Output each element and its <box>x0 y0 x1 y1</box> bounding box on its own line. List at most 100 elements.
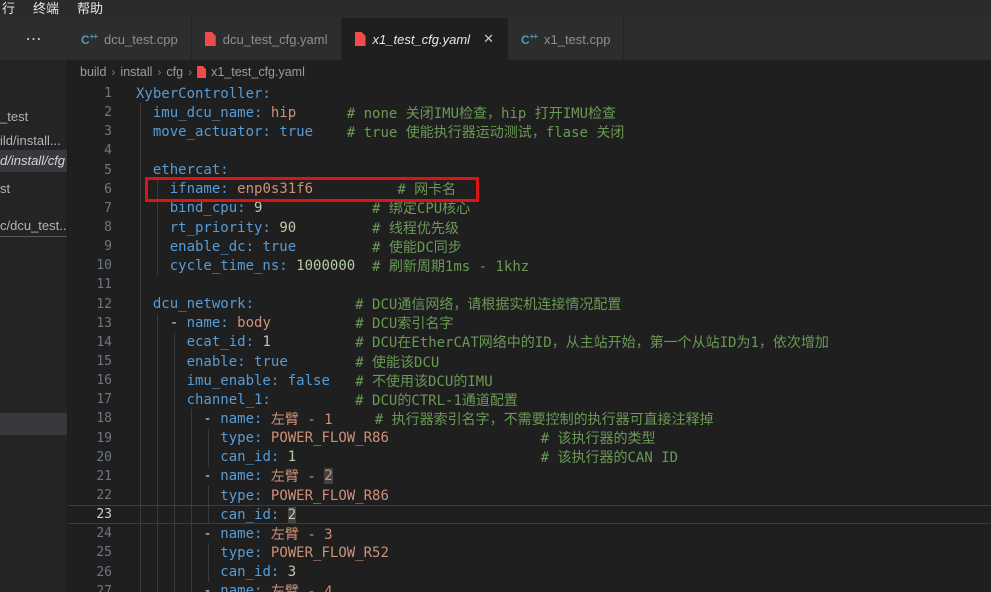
indent-guide <box>208 563 209 582</box>
code-line[interactable]: 7 bind_cpu: 9 # 绑定CPU核心 <box>68 199 991 218</box>
sidebar-item--test[interactable]: _test <box>0 106 68 128</box>
token <box>136 181 170 197</box>
code-line[interactable]: 19 type: POWER_FLOW_R86 # 该执行器的类型 <box>68 429 991 448</box>
code-line[interactable]: 9 enable_dc: true # 使能DC同步 <box>68 237 991 256</box>
code-line[interactable]: 18 - name: 左臂 - 1 # 执行器索引名字，不需要控制的执行器可直接… <box>68 409 991 428</box>
code-line[interactable]: 10 cycle_time_ns: 1000000 # 刷新周期1ms - 1k… <box>68 256 991 275</box>
token <box>262 468 270 484</box>
tab-close-icon[interactable]: ✕ <box>483 31 494 47</box>
token <box>246 200 254 216</box>
indent-guide <box>140 141 141 160</box>
token <box>136 354 187 370</box>
token: # DCU的CTRL-1通道配置 <box>355 390 518 410</box>
indent-guide <box>140 122 141 141</box>
token: can_id: <box>220 449 279 465</box>
line-content: type: POWER_FLOW_R86 # 该执行器的类型 <box>132 429 991 448</box>
code-line[interactable]: 12 dcu_network: # DCU通信网络，请根据实机连接情况配置 <box>68 295 991 314</box>
code-line[interactable]: 8 rt_priority: 90 # 线程优先级 <box>68 218 991 237</box>
indent-guide <box>140 199 141 218</box>
code-line[interactable]: 13 - name: body # DCU索引名字 <box>68 314 991 333</box>
code-line[interactable]: 3 move_actuator: true # true 使能执行器运动测试，f… <box>68 122 991 141</box>
indent-guide <box>140 314 141 333</box>
indent-guide <box>157 409 158 428</box>
indent-guide <box>157 467 158 486</box>
code-line[interactable]: 14 ecat_id: 1 # DCU在EtherCAT网络中的ID，从主站开始… <box>68 333 991 352</box>
line-number: 3 <box>68 124 132 139</box>
code-line[interactable]: 16 imu_enable: false # 不使用该DCU的IMU <box>68 371 991 390</box>
indent-guide <box>140 333 141 352</box>
token: 左臂 - <box>271 466 324 486</box>
code-line[interactable]: 6 ifname: enp0s31f6 # 网卡名 <box>68 180 991 199</box>
tab-overflow-button[interactable]: ⋯ <box>0 18 68 60</box>
breadcrumb-file[interactable]: x1_test_cfg.yaml <box>211 65 305 79</box>
code-line[interactable]: 5 ethercat: <box>68 161 991 180</box>
sidebar-item-st[interactable]: st <box>0 178 68 200</box>
indent-guide <box>174 352 175 371</box>
code-area[interactable]: 1XyberController:2 imu_dcu_name: hip # n… <box>68 84 991 592</box>
indent-guide <box>208 429 209 448</box>
code-line[interactable]: 24 - name: 左臂 - 3 <box>68 524 991 543</box>
indent-guide <box>157 371 158 390</box>
tab-dcu_test.cpp[interactable]: C++dcu_test.cpp <box>68 18 192 60</box>
indent-guide <box>157 390 158 409</box>
breadcrumb-segment-cfg[interactable]: cfg <box>166 65 183 79</box>
sidebar-item-c-dcu-test-[interactable]: c/dcu_test... <box>0 215 68 237</box>
menu-item-帮助[interactable]: 帮助 <box>68 0 112 18</box>
line-number: 20 <box>68 450 132 465</box>
token: 3 <box>288 564 296 580</box>
token <box>262 526 270 542</box>
code-line[interactable]: 1XyberController: <box>68 84 991 103</box>
breadcrumb-segment-install[interactable]: install <box>120 65 152 79</box>
token: true <box>279 124 313 140</box>
code-line[interactable]: 4 <box>68 141 991 160</box>
code-line[interactable]: 23 can_id: 2 <box>68 505 991 524</box>
tab-dcu_test_cfg.yaml[interactable]: dcu_test_cfg.yaml <box>192 18 342 60</box>
line-number: 13 <box>68 316 132 331</box>
code-line[interactable]: 20 can_id: 1 # 该执行器的CAN ID <box>68 448 991 467</box>
tab-x1_test_cfg.yaml[interactable]: x1_test_cfg.yaml✕ <box>342 18 508 60</box>
indent-guide <box>140 161 141 180</box>
token: 左臂 - 1 <box>271 409 333 429</box>
token <box>136 334 187 350</box>
token <box>262 430 270 446</box>
line-content: XyberController: <box>132 84 991 103</box>
code-line[interactable]: 27 - name: 左臂 - 4 <box>68 582 991 592</box>
tab-x1_test.cpp[interactable]: C++x1_test.cpp <box>508 18 625 60</box>
token <box>254 239 262 255</box>
indent-guide <box>174 371 175 390</box>
sidebar-item-d-install-cfg[interactable]: d/install/cfg <box>0 150 68 172</box>
line-content <box>132 141 991 160</box>
menu-item-终端[interactable]: 终端 <box>24 0 68 18</box>
line-number: 7 <box>68 201 132 216</box>
token <box>136 239 170 255</box>
line-content: ecat_id: 1 # DCU在EtherCAT网络中的ID，从主站开始，第一… <box>132 333 991 352</box>
token: bind_cpu: <box>170 200 246 216</box>
indent-guide <box>157 218 158 237</box>
line-number: 14 <box>68 335 132 350</box>
code-line[interactable]: 26 can_id: 3 <box>68 563 991 582</box>
indent-guide <box>140 256 141 275</box>
breadcrumb-segment-build[interactable]: build <box>80 65 106 79</box>
code-line[interactable]: 22 type: POWER_FLOW_R86 <box>68 486 991 505</box>
code-line[interactable]: 21 - name: 左臂 - 2 <box>68 467 991 486</box>
code-line[interactable]: 17 channel_1: # DCU的CTRL-1通道配置 <box>68 390 991 409</box>
line-number: 23 <box>68 507 132 522</box>
code-line[interactable]: 15 enable: true # 使能该DCU <box>68 352 991 371</box>
code-line[interactable]: 25 type: POWER_FLOW_R52 <box>68 543 991 562</box>
token: enable_dc: <box>170 239 254 255</box>
code-line[interactable]: 2 imu_dcu_name: hip # none 关闭IMU检查，hip 打… <box>68 103 991 122</box>
indent-guide <box>140 275 141 294</box>
line-content: type: POWER_FLOW_R86 <box>132 486 991 505</box>
indent-guide <box>140 582 141 592</box>
token: imu_enable: <box>187 373 280 389</box>
menu-item-行[interactable]: 行 <box>0 0 24 18</box>
line-number: 16 <box>68 373 132 388</box>
token: # true 使能执行器运动测试，flase 关闭 <box>347 122 625 142</box>
sidebar-item-ild-install-[interactable]: ild/install... <box>0 130 68 152</box>
token: POWER_FLOW_R52 <box>271 545 389 561</box>
code-line[interactable]: 11 <box>68 275 991 294</box>
indent-guide <box>140 218 141 237</box>
indent-guide <box>157 582 158 592</box>
token <box>136 162 153 178</box>
sidebar-item[interactable] <box>0 413 68 435</box>
